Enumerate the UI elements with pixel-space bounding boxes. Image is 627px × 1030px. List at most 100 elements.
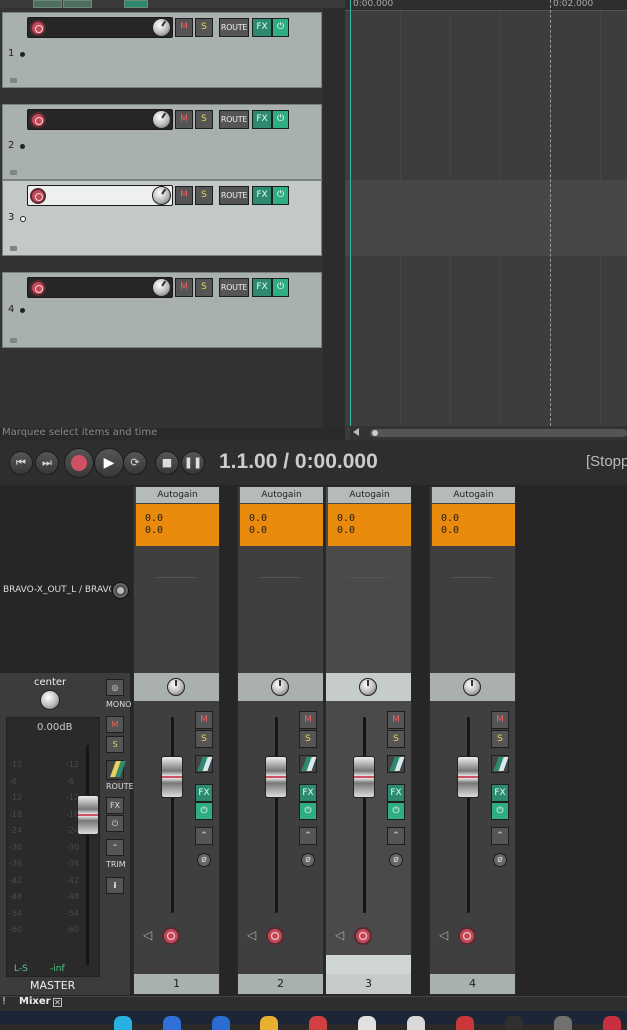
phase-invert-button[interactable]: ø <box>197 853 211 867</box>
record-arm-icon[interactable] <box>266 927 284 945</box>
master-pan-knob[interactable] <box>40 690 60 710</box>
fx-power-icon[interactable]: ⏻ <box>272 18 289 37</box>
taskbar-app-icon[interactable] <box>358 1016 376 1030</box>
output-knob[interactable] <box>112 582 129 599</box>
volume-knob[interactable] <box>152 18 171 37</box>
phase-invert-button[interactable]: ø <box>389 853 403 867</box>
volume-fader[interactable] <box>161 756 183 798</box>
repeat-icon[interactable]: ⟳ <box>123 451 147 475</box>
folder-icon[interactable] <box>260 1016 278 1030</box>
mute-button[interactable]: M <box>491 711 509 729</box>
track-lane[interactable] <box>345 180 627 257</box>
solo-button[interactable]: S <box>387 730 405 748</box>
horizontal-scrollbar[interactable] <box>350 426 627 440</box>
fx-button[interactable]: FX <box>252 186 272 205</box>
channel-number[interactable]: 3 <box>326 974 411 994</box>
record-arm-icon[interactable] <box>30 20 46 36</box>
mixer-strip-4[interactable]: Autogain 0.0 0.0 M S FX ⏻ ⌃ ø ◁ 4 <box>429 486 516 995</box>
fx-power-icon[interactable]: ⏻ <box>387 802 405 820</box>
track-select-dot[interactable] <box>20 52 25 57</box>
track-select-dot[interactable] <box>20 216 26 222</box>
route-button[interactable]: ROUTE <box>219 18 249 37</box>
channel-number[interactable]: 4 <box>430 974 515 994</box>
time-position[interactable]: 1.1.00 / 0:00.000 <box>219 450 378 474</box>
solo-button[interactable]: S <box>195 18 213 37</box>
taskbar-app-icon[interactable] <box>163 1016 181 1030</box>
fx-power-icon[interactable]: ⏻ <box>272 110 289 129</box>
pan-knob[interactable] <box>271 678 289 696</box>
master-output-route[interactable]: BRAVO-X_OUT_L / BRAVO <box>3 585 111 595</box>
mute-button[interactable]: M <box>175 186 193 205</box>
play-icon[interactable]: ▶ <box>94 448 124 478</box>
channel-number[interactable]: 1 <box>134 974 219 994</box>
track-lane[interactable] <box>345 10 627 91</box>
fx-slot-name[interactable]: Autogain <box>136 487 219 503</box>
taskbar-app-icon[interactable] <box>114 1016 132 1030</box>
mute-button[interactable]: M <box>195 711 213 729</box>
pan-knob[interactable] <box>359 678 377 696</box>
track-2[interactable]: 2 M S ROUTE FX ⏻ <box>2 104 322 180</box>
mixer-strip-2[interactable]: Autogain 0.0 0.0 M S FX ⏻ ⌃ ø ◁ 2 <box>237 486 324 995</box>
scroll-thumb[interactable] <box>370 429 627 437</box>
phase-invert-button[interactable]: ø <box>301 853 315 867</box>
route-icon[interactable] <box>387 755 405 773</box>
record-arm-icon[interactable] <box>162 927 180 945</box>
pan-knob[interactable] <box>463 678 481 696</box>
fx-button[interactable]: FX <box>252 110 272 129</box>
record-arm-icon[interactable] <box>30 188 46 204</box>
fx-parameter-display[interactable]: 0.0 0.0 <box>432 504 515 546</box>
fx-slot-name[interactable]: Autogain <box>328 487 411 503</box>
route-icon[interactable] <box>195 755 213 773</box>
record-arm-icon[interactable] <box>30 112 46 128</box>
folder-icon[interactable] <box>10 246 17 251</box>
solo-button[interactable]: S <box>195 110 213 129</box>
fx-power-icon[interactable]: ⏻ <box>272 186 289 205</box>
master-volume-fader[interactable] <box>77 795 99 835</box>
track-lane[interactable] <box>345 90 627 181</box>
track-lane[interactable] <box>345 256 627 427</box>
fx-button[interactable]: FX <box>299 784 317 802</box>
route-icon[interactable] <box>491 755 509 773</box>
pause-icon[interactable]: ❚❚ <box>181 451 205 475</box>
track-1[interactable]: 1 M S ROUTE FX ⏻ <box>2 12 322 88</box>
fx-power-icon[interactable]: ⏻ <box>272 278 289 297</box>
route-button[interactable]: ROUTE <box>219 110 249 129</box>
arrange-view[interactable] <box>345 0 627 440</box>
track-select-dot[interactable] <box>20 144 25 149</box>
envelope-icon[interactable]: ⌃ <box>195 827 213 845</box>
track-name-field[interactable] <box>27 185 173 206</box>
stop-icon[interactable]: ■ <box>155 451 179 475</box>
volume-fader[interactable] <box>457 756 479 798</box>
route-icon[interactable] <box>299 755 317 773</box>
track-name-field[interactable] <box>27 277 173 298</box>
master-fx-button[interactable]: FX <box>106 797 124 814</box>
mixer-strip-3[interactable]: Autogain 0.0 0.0 M S FX ⏻ ⌃ ø ◁ 3 <box>325 486 412 995</box>
volume-fader[interactable] <box>265 756 287 798</box>
track-3[interactable]: 3 M S ROUTE FX ⏻ <box>2 180 322 256</box>
taskbar-app-icon[interactable] <box>407 1016 425 1030</box>
fx-power-icon[interactable]: ⏻ <box>195 802 213 820</box>
top-toolbar-button[interactable] <box>63 0 92 8</box>
mixer-strip-1[interactable]: Autogain 0.0 0.0 M S FX ⏻ ⌃ ø ◁ 1 <box>133 486 220 995</box>
route-button[interactable]: ROUTE <box>219 186 249 205</box>
solo-button[interactable]: S <box>195 278 213 297</box>
timeline-ruler[interactable]: 0:00.000 0:02.000 <box>345 0 627 11</box>
fx-slot-name[interactable]: Autogain <box>240 487 323 503</box>
phase-invert-button[interactable]: ø <box>493 853 507 867</box>
mono-icon[interactable]: ◎ <box>106 679 124 696</box>
record-arm-icon[interactable] <box>458 927 476 945</box>
go-to-end-icon[interactable]: ⏭ <box>35 451 59 475</box>
fx-power-icon[interactable]: ⏻ <box>299 802 317 820</box>
mute-button[interactable]: M <box>175 18 193 37</box>
go-to-start-icon[interactable]: ⏮ <box>9 451 33 475</box>
envelope-icon[interactable]: ⌃ <box>491 827 509 845</box>
top-toolbar-button[interactable] <box>33 0 62 8</box>
fx-button[interactable]: FX <box>252 278 272 297</box>
taskbar-app-icon[interactable] <box>603 1016 621 1030</box>
envelope-icon[interactable]: ⌃ <box>299 827 317 845</box>
fx-button[interactable]: FX <box>195 784 213 802</box>
volume-knob[interactable] <box>152 110 171 129</box>
solo-button[interactable]: S <box>299 730 317 748</box>
mute-button[interactable]: M <box>175 278 193 297</box>
route-button[interactable]: ROUTE <box>219 278 249 297</box>
